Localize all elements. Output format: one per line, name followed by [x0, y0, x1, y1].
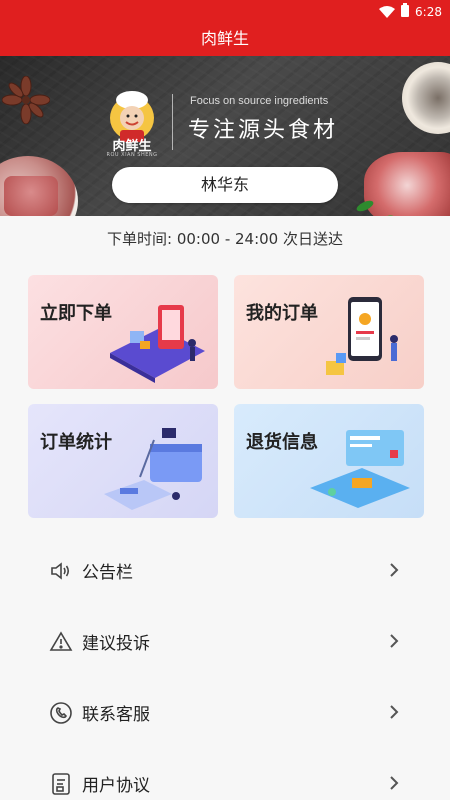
menu-item-label: 用户协议: [82, 776, 150, 796]
menu-item-label: 建议投诉: [82, 634, 150, 654]
menu-item-user-agreement[interactable]: 用户协议: [0, 748, 450, 800]
meat-slices-right: [364, 152, 450, 216]
battery-icon: [401, 3, 410, 20]
return-illustration-icon: [310, 430, 410, 508]
store-name-button[interactable]: 林华东: [112, 167, 338, 203]
status-icons: 6:28: [379, 3, 442, 20]
status-bar: 6:28: [0, 0, 450, 22]
document-icon: [48, 771, 74, 797]
phone-illustration-icon: [326, 297, 398, 375]
chevron-right-icon: [390, 705, 399, 719]
return-info-card[interactable]: 退货信息: [234, 404, 424, 518]
menu-list: 公告栏 建议投诉 联系客服 用户协议: [0, 535, 450, 800]
order-time-text: 下单时间: 00:00 - 24:00 次日送达: [107, 230, 343, 248]
status-time: 6:28: [415, 4, 442, 19]
menu-item-suggestions[interactable]: 建议投诉: [0, 606, 450, 677]
order-stats-card[interactable]: 订单统计: [28, 404, 218, 518]
star-anise-icon: [2, 76, 50, 124]
chevron-right-icon: [390, 563, 399, 577]
my-orders-card[interactable]: 我的订单: [234, 275, 424, 389]
place-order-card[interactable]: 立即下单: [28, 275, 218, 389]
phone-icon: [48, 700, 74, 726]
menu-item-customer-service[interactable]: 联系客服: [0, 677, 450, 748]
brand-subtitle: ROU XIAN SHENG: [106, 152, 158, 158]
menu-item-announcement[interactable]: 公告栏: [0, 535, 450, 606]
banner-divider: [172, 94, 173, 150]
menu-item-label: 联系客服: [82, 705, 150, 725]
speaker-icon: [48, 558, 74, 584]
warning-icon: [48, 629, 74, 655]
menu-item-label: 公告栏: [82, 563, 133, 583]
slogan-chinese: 专注源头食材: [188, 118, 339, 143]
order-illustration-icon: [110, 305, 205, 383]
meat-cubes: [4, 176, 58, 216]
stats-illustration-icon: [104, 428, 202, 510]
slogan-english: Focus on source ingredients: [190, 95, 329, 107]
chevron-right-icon: [390, 776, 399, 790]
wifi-icon: [379, 5, 396, 18]
chevron-right-icon: [390, 634, 399, 648]
page-title: 肉鲜生: [0, 22, 450, 56]
